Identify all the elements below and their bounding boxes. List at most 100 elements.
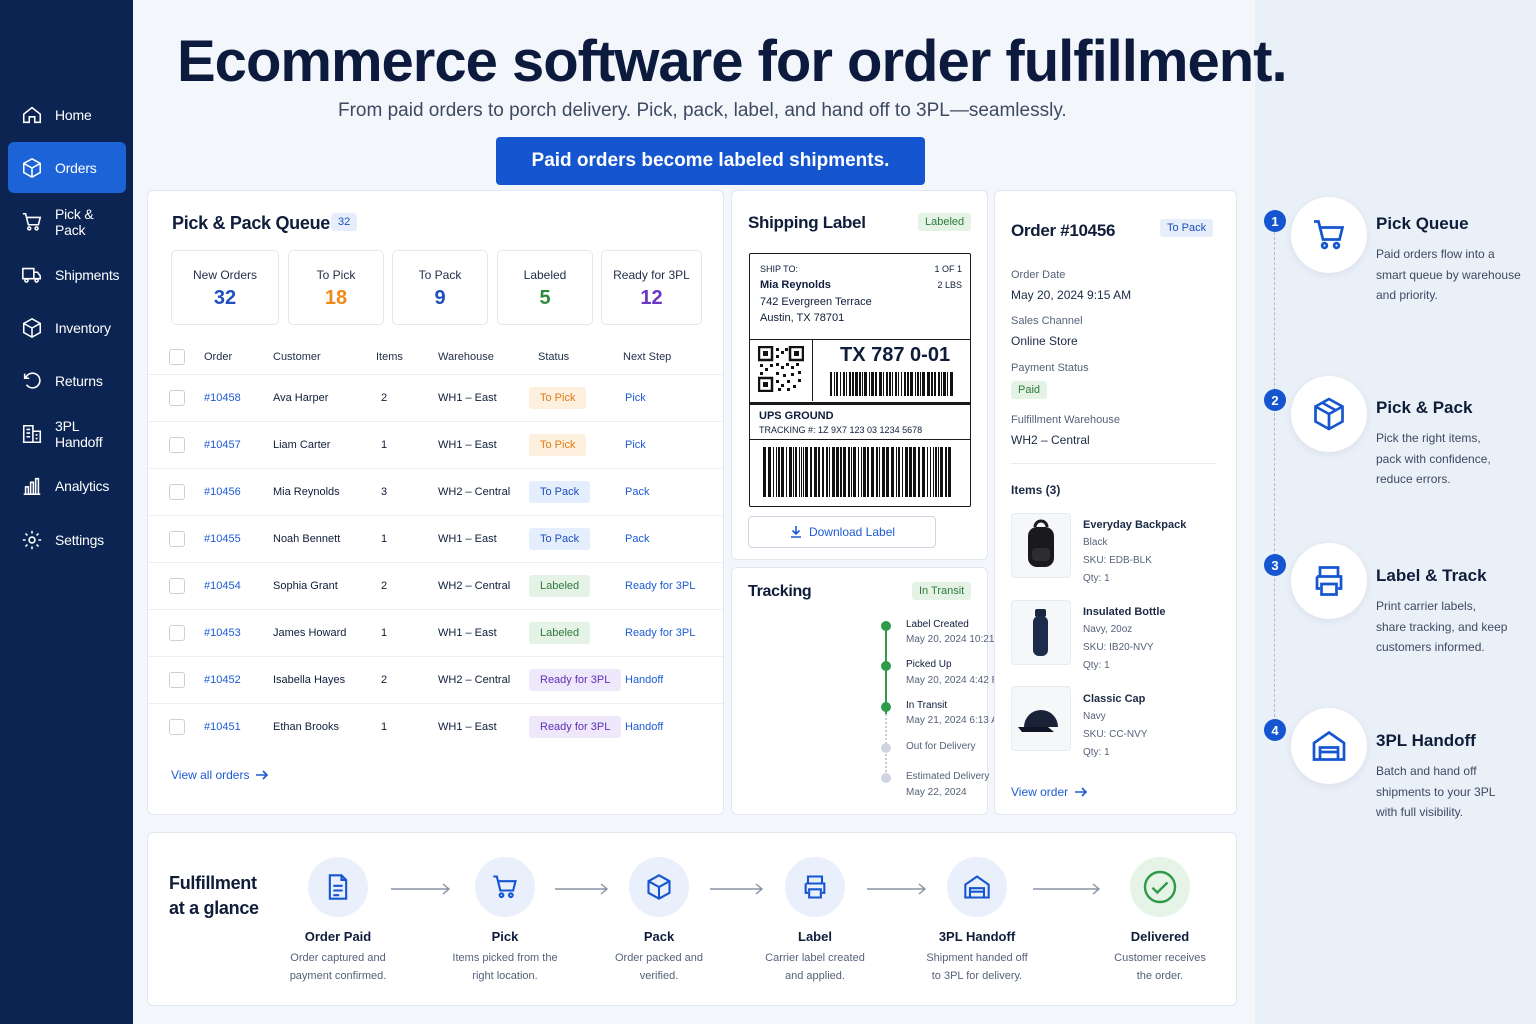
order-id-link[interactable]: #10455 xyxy=(204,533,241,545)
stat-to-pick[interactable]: To Pick 18 xyxy=(288,250,384,325)
cart-icon xyxy=(1314,220,1345,250)
download-label-button[interactable]: Download Label xyxy=(748,516,936,548)
sidebar-item-3pl-handoff[interactable]: 3PL Handoff xyxy=(8,408,126,459)
flow-icon-circle xyxy=(629,857,689,917)
table-row[interactable]: #10456 Mia Reynolds 3 WH2 – Central To Pack P… xyxy=(148,468,723,515)
table-row[interactable]: #10453 James Howard 1 WH1 – East Labeled Read… xyxy=(148,609,723,656)
sidebar-item-shipments[interactable]: Shipments xyxy=(8,249,126,300)
customer-name: Sophia Grant xyxy=(273,580,338,592)
customer-name: Mia Reynolds xyxy=(273,486,340,498)
qr-code-icon xyxy=(758,346,804,392)
order-id-link[interactable]: #10454 xyxy=(204,580,241,592)
order-id-link[interactable]: #10457 xyxy=(204,439,241,451)
sidebar: Home Orders Pick & Pack Shipments Invent… xyxy=(0,0,133,1024)
row-checkbox[interactable] xyxy=(169,625,185,641)
sales-channel: Online Store xyxy=(1011,334,1078,348)
box-icon xyxy=(1314,397,1344,431)
sidebar-item-label: Returns xyxy=(55,372,103,389)
view-order-link[interactable]: View order xyxy=(1011,785,1088,799)
check-circle-icon xyxy=(1143,870,1177,904)
timeline-dot-complete xyxy=(881,702,891,712)
view-all-orders-link[interactable]: View all orders xyxy=(171,768,269,782)
order-id-link[interactable]: #10451 xyxy=(204,721,241,733)
sidebar-item-returns[interactable]: Returns xyxy=(8,355,126,406)
table-row[interactable]: #10454 Sophia Grant 2 WH2 – Central Labeled R… xyxy=(148,562,723,609)
steps-panel-bg xyxy=(1255,0,1536,1024)
customer-name: Isabella Hayes xyxy=(273,674,346,686)
table-row[interactable]: #10452 Isabella Hayes 2 WH2 – Central Ready … xyxy=(148,656,723,703)
ship-to-label: SHIP TO: xyxy=(760,264,799,274)
status-badge: Ready for 3PL xyxy=(529,716,622,738)
step-icon-circle xyxy=(1291,708,1367,784)
row-checkbox[interactable] xyxy=(169,578,185,594)
stat-labeled[interactable]: Labeled 5 xyxy=(497,250,593,325)
step-title: Pick Queue xyxy=(1376,214,1469,233)
table-row[interactable]: #10451 Ethan Brooks 1 WH1 – East Ready for 3… xyxy=(148,703,723,750)
column-header-items[interactable]: Items xyxy=(376,351,403,363)
shipping-label-preview: SHIP TO: Mia Reynolds 742 Evergreen Terr… xyxy=(749,253,971,507)
warehouse: WH2 – Central xyxy=(438,580,511,592)
next-step-link[interactable]: Ready for 3PL xyxy=(625,627,695,639)
stat-label: Labeled xyxy=(523,268,567,282)
next-step-link[interactable]: Handoff xyxy=(625,721,663,733)
stat-ready-for-3pl[interactable]: Ready for 3PL 12 xyxy=(601,250,702,325)
row-checkbox[interactable] xyxy=(169,672,185,688)
stat-to-pack[interactable]: To Pack 9 xyxy=(392,250,488,325)
column-header-customer[interactable]: Customer xyxy=(273,351,321,363)
row-checkbox[interactable] xyxy=(169,390,185,406)
next-step-link[interactable]: Pack xyxy=(625,486,649,498)
order-id-link[interactable]: #10453 xyxy=(204,627,241,639)
order-id-link[interactable]: #10452 xyxy=(204,674,241,686)
sidebar-item-orders[interactable]: Orders xyxy=(8,142,126,193)
sidebar-item-home[interactable]: Home xyxy=(8,89,126,140)
order-title: Order #10456 xyxy=(1011,221,1116,240)
tracking-event-title: Estimated Delivery xyxy=(906,771,990,782)
table-row[interactable]: #10455 Noah Bennett 1 WH1 – East To Pack Pack xyxy=(148,515,723,562)
stat-label: Ready for 3PL xyxy=(613,268,690,282)
backpack-icon xyxy=(1028,519,1054,567)
flow-arrow-icon xyxy=(391,883,451,895)
warehouse-icon xyxy=(1312,730,1346,761)
next-step-link[interactable]: Handoff xyxy=(625,674,663,686)
item-variant: Black xyxy=(1083,537,1108,548)
tracking-event-title: Picked Up xyxy=(906,659,952,670)
cart-icon xyxy=(22,212,42,231)
hero-cta-button[interactable]: Paid orders become labeled shipments. xyxy=(496,137,925,185)
item-count: 2 xyxy=(381,392,388,404)
column-header-status[interactable]: Status xyxy=(538,351,569,363)
main-content: Ecommerce software for order fulfillment… xyxy=(133,0,1536,1024)
customer-name: Ava Harper xyxy=(273,392,329,404)
row-checkbox[interactable] xyxy=(169,719,185,735)
status-badge: Ready for 3PL xyxy=(529,669,622,691)
order-id-link[interactable]: #10458 xyxy=(204,392,241,404)
next-step-link[interactable]: Pack xyxy=(625,533,649,545)
package-count: 1 OF 1 xyxy=(934,264,962,274)
order-id-link[interactable]: #10456 xyxy=(204,486,241,498)
column-header-next-step[interactable]: Next Step xyxy=(623,351,671,363)
next-step-link[interactable]: Ready for 3PL xyxy=(625,580,695,592)
row-checkbox[interactable] xyxy=(169,531,185,547)
flow-step-description: Customer receives the order. xyxy=(1114,952,1206,982)
sidebar-item-label: 3PL Handoff xyxy=(55,417,103,450)
cap-icon xyxy=(1018,710,1058,732)
step-number: 3 xyxy=(1264,554,1286,576)
flow-step-description: Carrier label created and applied. xyxy=(765,952,865,982)
next-step-link[interactable]: Pick xyxy=(625,439,646,451)
hero-title: Ecommerce software for order fulfillment… xyxy=(177,29,1288,94)
item-count: 3 xyxy=(381,486,388,498)
arrow-right-icon xyxy=(256,770,269,780)
select-all-checkbox[interactable] xyxy=(169,349,185,365)
sidebar-item-settings[interactable]: Settings xyxy=(8,514,126,565)
item-count: 1 xyxy=(381,533,388,545)
next-step-link[interactable]: Pick xyxy=(625,392,646,404)
stat-new-orders[interactable]: New Orders 32 xyxy=(171,250,279,325)
sidebar-item-inventory[interactable]: Inventory xyxy=(8,302,126,353)
row-checkbox[interactable] xyxy=(169,437,185,453)
column-header-warehouse[interactable]: Warehouse xyxy=(438,351,494,363)
table-row[interactable]: #10457 Liam Carter 1 WH1 – East To Pick Pick xyxy=(148,421,723,468)
sidebar-item-analytics[interactable]: Analytics xyxy=(8,460,126,511)
column-header-order[interactable]: Order xyxy=(204,351,232,363)
row-checkbox[interactable] xyxy=(169,484,185,500)
sidebar-item-pick-pack[interactable]: Pick & Pack xyxy=(8,196,126,247)
table-row[interactable]: #10458 Ava Harper 2 WH1 – East To Pick Pick xyxy=(148,374,723,421)
